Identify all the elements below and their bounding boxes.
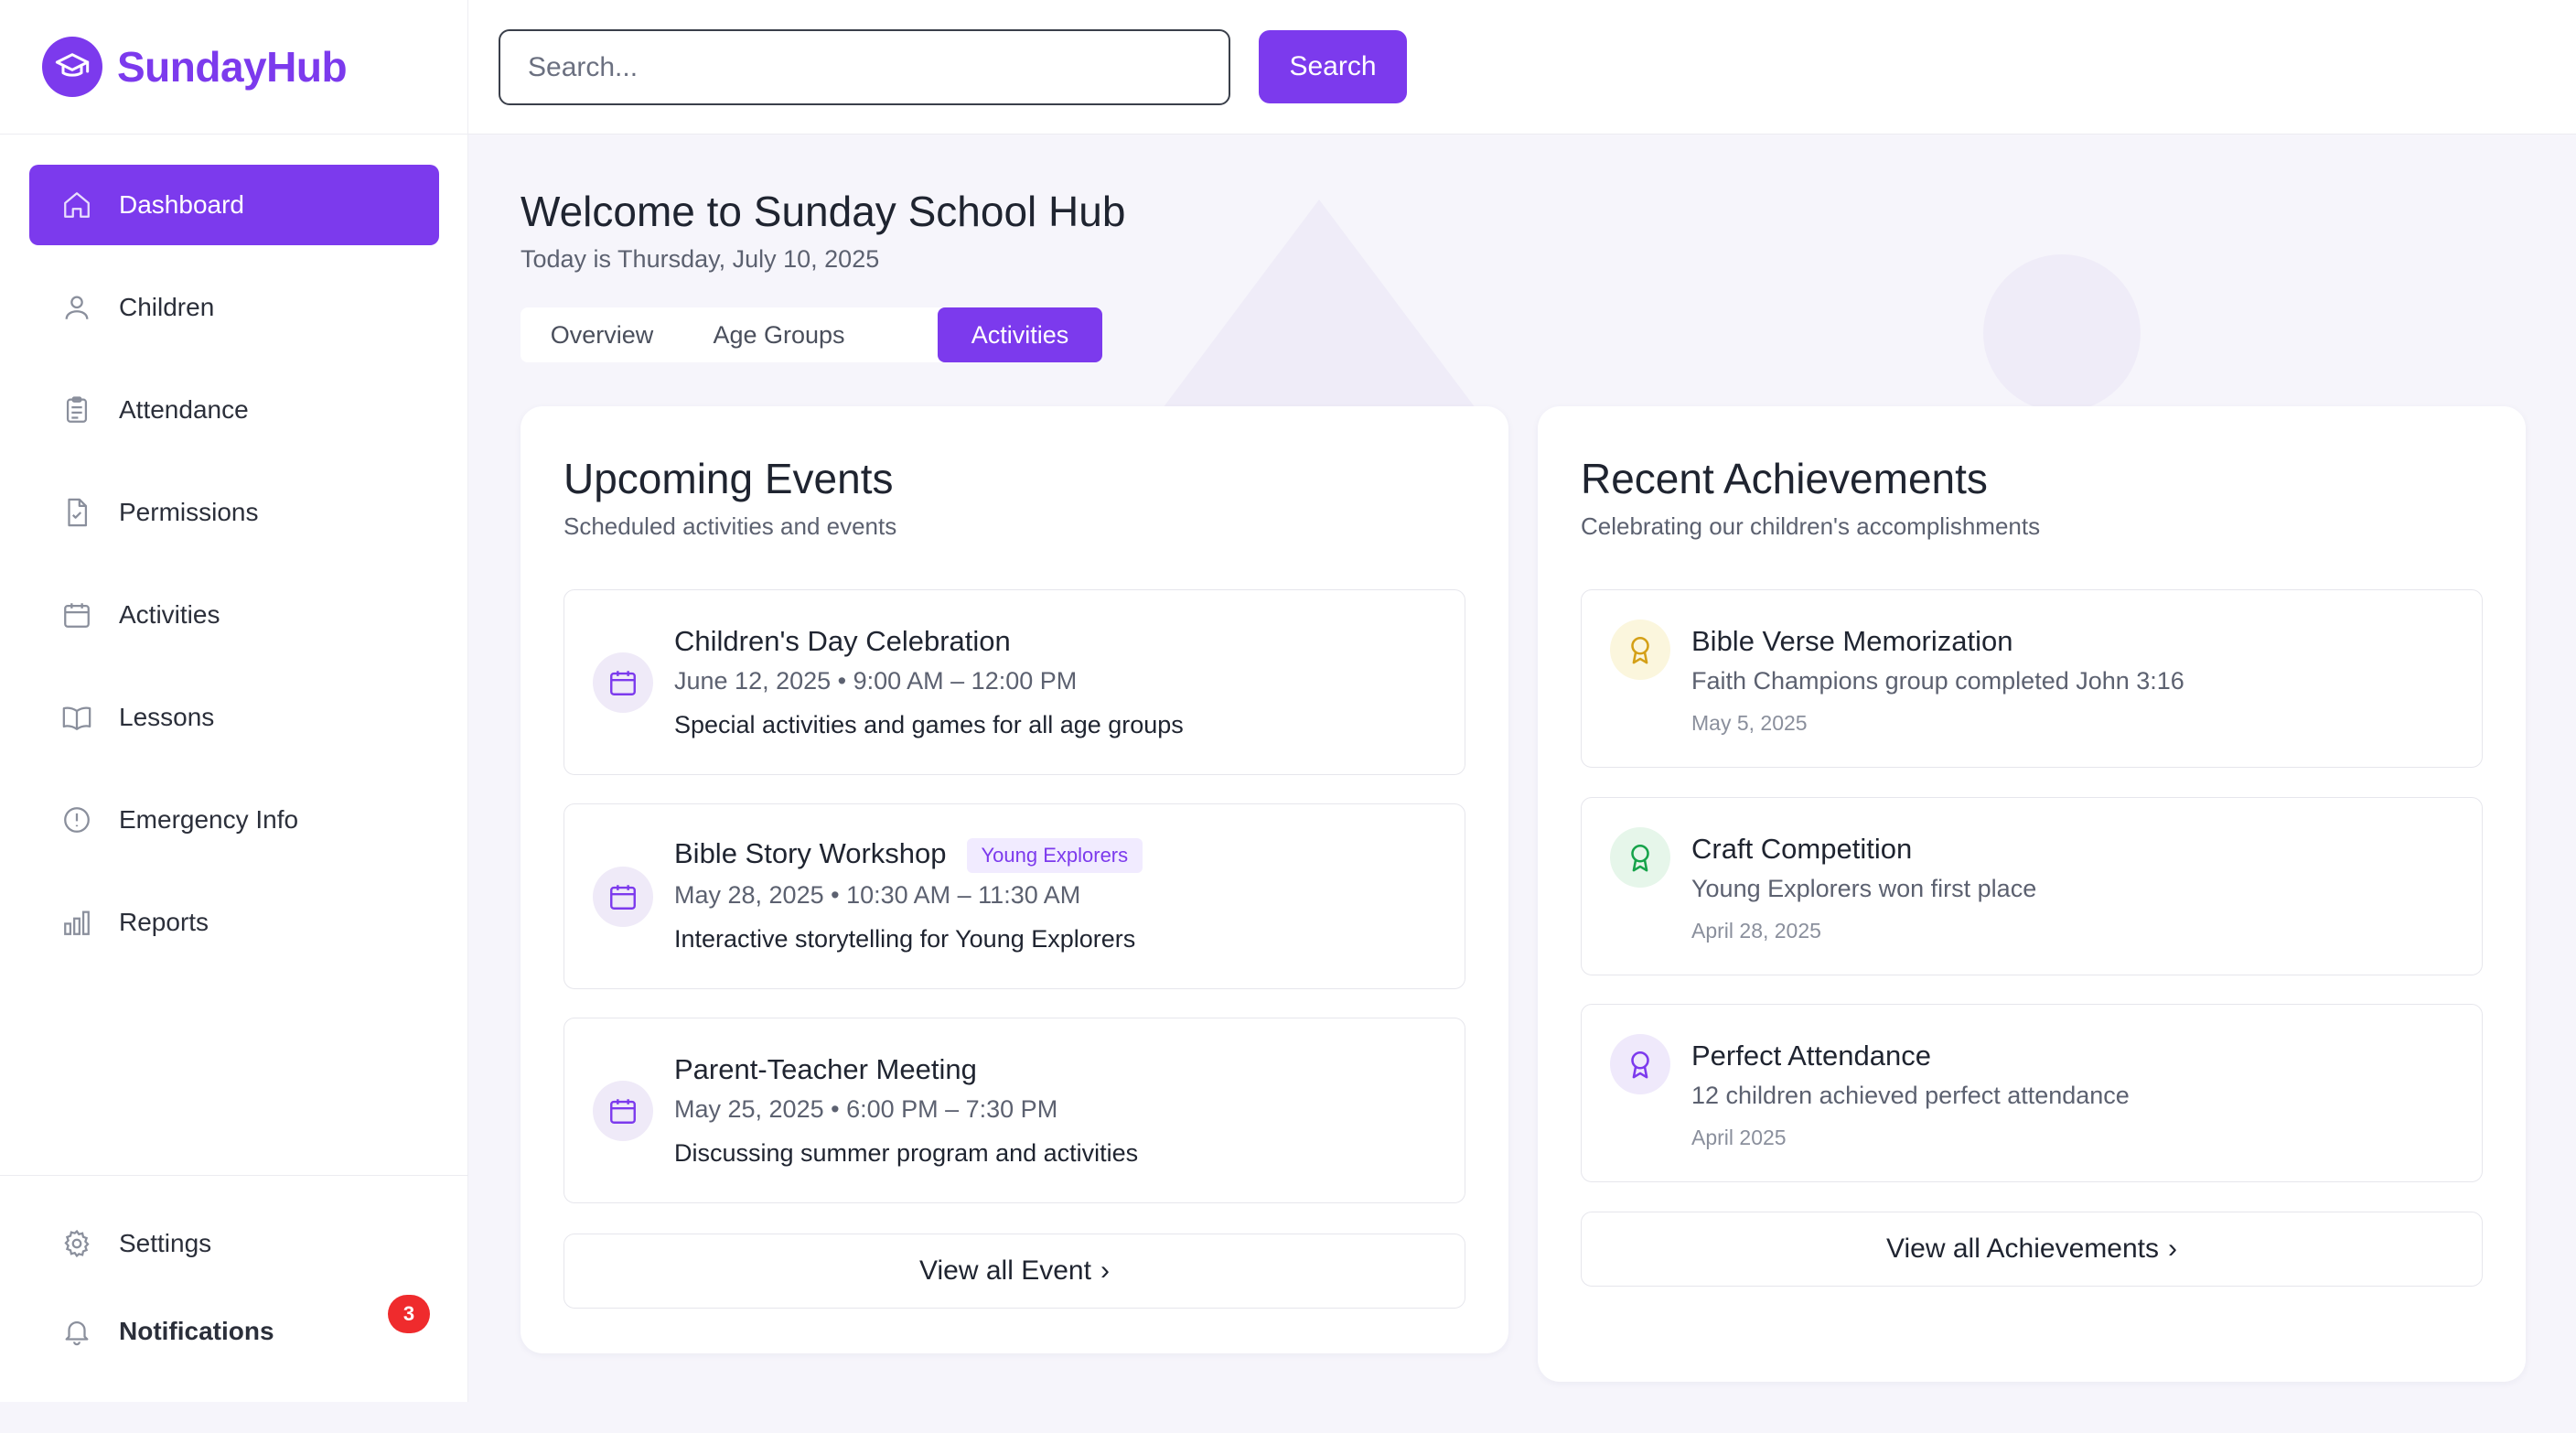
sidebar-item-settings[interactable]: Settings — [60, 1227, 211, 1260]
age-group-tag: Young Explorers — [966, 837, 1143, 873]
sidebar-item-permissions[interactable]: Permissions — [29, 472, 439, 553]
event-title: Parent-Teacher Meeting — [674, 1053, 977, 1085]
card-subtitle: Celebrating our children's accomplishmen… — [1581, 512, 2041, 540]
event-datetime: May 28, 2025 • 10:30 AM – 11:30 AM — [674, 881, 1081, 909]
calendar-icon — [593, 867, 653, 927]
file-check-icon — [60, 496, 93, 529]
achievement-title: Bible Verse Memorization — [1691, 625, 2013, 657]
sidebar-item-label: Permissions — [119, 498, 259, 526]
achievement-date: April 28, 2025 — [1691, 919, 1821, 943]
achievement-item[interactable]: Bible Verse Memorization Faith Champions… — [1581, 589, 2483, 768]
user-icon — [60, 291, 93, 324]
sidebar-item-children[interactable]: Children — [29, 267, 439, 348]
brand-name: SundayHub — [117, 43, 348, 91]
card-subtitle: Scheduled activities and events — [564, 512, 897, 540]
achievement-item[interactable]: Craft Competition Young Explorers won fi… — [1581, 797, 2483, 975]
achievement-description: 12 children achieved perfect attendance — [1691, 1082, 2130, 1109]
sidebar-item-activities[interactable]: Activities — [29, 575, 439, 655]
view-all-label: View all Achievements — [1886, 1234, 2159, 1264]
calendar-icon — [60, 598, 93, 631]
sidebar-nav: Dashboard Children Attendance Permission… — [29, 165, 439, 985]
upcoming-events-card: Upcoming Events Scheduled activities and… — [521, 406, 1508, 1353]
calendar-icon — [593, 1081, 653, 1141]
page-subtitle: Today is Thursday, July 10, 2025 — [521, 245, 880, 273]
sidebar-item-label: Children — [119, 293, 215, 321]
gear-icon — [60, 1227, 93, 1260]
bar-chart-icon — [60, 906, 93, 939]
event-item[interactable]: Parent-Teacher Meeting May 25, 2025 • 6:… — [564, 1018, 1465, 1203]
event-title: Children's Day Celebration — [674, 625, 1011, 657]
event-description: Interactive storytelling for Young Explo… — [674, 925, 1136, 953]
top-header: Search — [468, 0, 2576, 135]
view-all-achievements-button[interactable]: View all Achievements › — [1581, 1212, 2483, 1287]
card-title: Upcoming Events — [564, 455, 894, 502]
clipboard-icon — [60, 393, 93, 426]
achievement-date: April 2025 — [1691, 1126, 1787, 1149]
award-icon — [1610, 827, 1670, 888]
sidebar-item-attendance[interactable]: Attendance — [29, 370, 439, 450]
settings-label: Settings — [119, 1229, 212, 1257]
notifications-label: Notifications — [119, 1317, 274, 1345]
tab-age-groups[interactable]: Age Groups — [683, 307, 875, 362]
recent-achievements-card: Recent Achievements Celebrating our chil… — [1538, 406, 2526, 1382]
event-description: Special activities and games for all age… — [674, 711, 1184, 738]
sidebar-item-label: Lessons — [119, 703, 215, 731]
event-item[interactable]: Bible Story Workshop Young Explorers May … — [564, 803, 1465, 989]
award-icon — [1610, 620, 1670, 680]
award-icon — [1610, 1034, 1670, 1094]
alert-circle-icon — [60, 803, 93, 836]
sidebar-item-label: Activities — [119, 600, 220, 629]
achievement-title: Perfect Attendance — [1691, 1040, 1931, 1072]
sidebar-item-label: Reports — [119, 908, 209, 936]
sidebar-item-emergency-info[interactable]: Emergency Info — [29, 780, 439, 860]
brand[interactable]: SundayHub — [0, 0, 467, 135]
book-icon — [60, 701, 93, 734]
bell-icon — [60, 1315, 93, 1348]
achievement-description: Faith Champions group completed John 3:1… — [1691, 667, 2184, 695]
event-item[interactable]: Children's Day Celebration June 12, 2025… — [564, 589, 1465, 775]
achievement-date: May 5, 2025 — [1691, 711, 1808, 735]
tab-bar: Overview Age Groups Activities — [521, 307, 1102, 362]
achievement-item[interactable]: Perfect Attendance 12 children achieved … — [1581, 1004, 2483, 1182]
sidebar-item-lessons[interactable]: Lessons — [29, 677, 439, 758]
sidebar-bottom — [0, 1175, 468, 1402]
sidebar-item-dashboard[interactable]: Dashboard — [29, 165, 439, 245]
view-all-events-button[interactable]: View all Event › — [564, 1234, 1465, 1309]
event-title-row: Bible Story Workshop Young Explorers — [674, 837, 1143, 873]
calendar-icon — [593, 652, 653, 713]
event-title: Bible Story Workshop — [674, 837, 947, 869]
sidebar-item-label: Emergency Info — [119, 805, 299, 834]
sidebar-item-label: Attendance — [119, 395, 249, 424]
graduation-cap-icon — [42, 37, 102, 97]
achievement-description: Young Explorers won first place — [1691, 875, 2037, 902]
event-description: Discussing summer program and activities — [674, 1139, 1139, 1167]
card-title: Recent Achievements — [1581, 455, 1988, 502]
page-title: Welcome to Sunday School Hub — [521, 188, 1126, 235]
chevron-right-icon: › — [1100, 1255, 1110, 1286]
event-datetime: June 12, 2025 • 9:00 AM – 12:00 PM — [674, 667, 1078, 695]
background-circle-decoration — [1983, 254, 2141, 412]
sidebar-item-label: Dashboard — [119, 190, 244, 219]
event-datetime: May 25, 2025 • 6:00 PM – 7:30 PM — [674, 1095, 1058, 1123]
home-icon — [60, 189, 93, 221]
sidebar-item-notifications[interactable]: Notifications — [60, 1315, 274, 1348]
chevron-right-icon: › — [2167, 1234, 2177, 1264]
tab-activities[interactable]: Activities — [938, 307, 1102, 362]
search-input[interactable] — [499, 29, 1230, 105]
notifications-count-badge: 3 — [388, 1295, 430, 1333]
sidebar-item-reports[interactable]: Reports — [29, 882, 439, 963]
achievement-title: Craft Competition — [1691, 833, 1913, 865]
search-button[interactable]: Search — [1259, 30, 1407, 103]
view-all-label: View all Event — [919, 1255, 1091, 1286]
background-triangle-decoration — [1154, 199, 1484, 419]
tab-overview[interactable]: Overview — [521, 307, 683, 362]
sidebar: SundayHub Dashboard Children Attendance … — [0, 0, 468, 1402]
